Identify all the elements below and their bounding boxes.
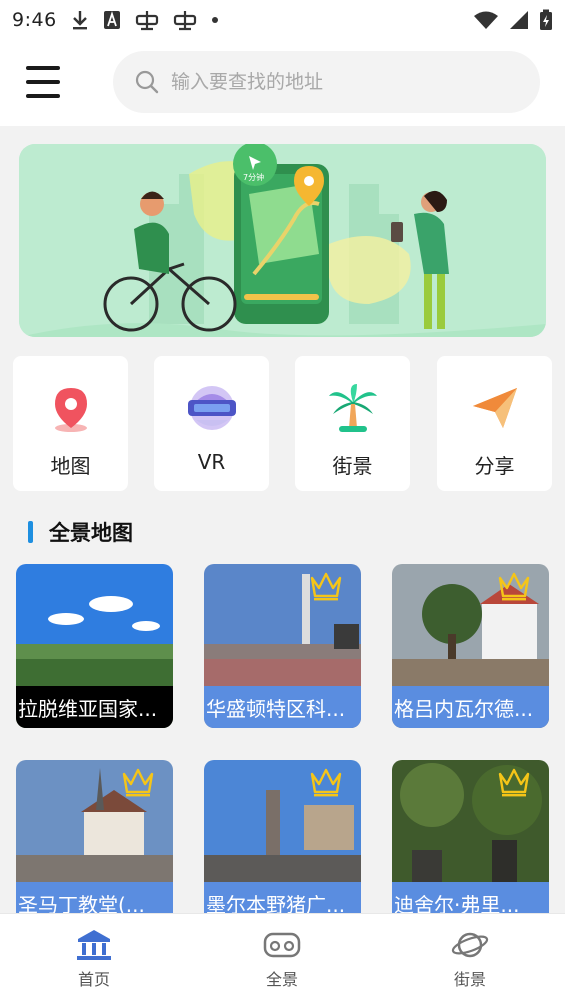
crown-icon <box>498 768 530 797</box>
signal-icon <box>510 11 528 29</box>
crown-icon <box>310 572 342 601</box>
status-right <box>473 9 553 31</box>
section-header: 全景地图 <box>28 518 133 546</box>
panorama-caption: 拉脱维亚国家... <box>16 686 173 728</box>
status-time: 9:46 <box>12 9 57 31</box>
quick-action-label: 地图 <box>50 454 91 478</box>
bottom-navigation: 首页 全景 街景 <box>0 913 565 1004</box>
palm-tree-icon <box>329 384 377 432</box>
nav-label: 全景 <box>265 970 298 989</box>
nav-label: 首页 <box>77 970 110 989</box>
quick-action-share[interactable]: 分享 <box>437 356 552 491</box>
quick-action-label: 街景 <box>332 454 373 478</box>
panorama-caption: 格吕内瓦尔德... <box>392 686 549 728</box>
crown-icon <box>310 768 342 797</box>
panorama-caption: 华盛顿特区科... <box>204 686 361 728</box>
crown-icon <box>122 768 154 797</box>
quick-action-street-view[interactable]: 街景 <box>295 356 410 491</box>
bug-icon <box>173 11 196 31</box>
font-a-icon <box>103 11 120 29</box>
panorama-card[interactable]: 迪舍尔·弗里... <box>392 760 549 924</box>
panorama-card[interactable]: 墨尔本野猪广... <box>204 760 361 924</box>
panorama-card[interactable]: 圣马丁教堂(... <box>16 760 173 924</box>
search-icon <box>135 70 159 94</box>
nav-item-street-view[interactable]: 街景 <box>420 928 520 998</box>
banner-badge-text: 7分钟 <box>243 172 264 182</box>
nav-item-panorama[interactable]: 全景 <box>232 928 332 998</box>
search-bar[interactable] <box>113 51 540 113</box>
banner-illustration: 7分钟 <box>19 144 546 337</box>
app-header <box>0 40 565 126</box>
hamburger-menu-icon[interactable] <box>24 64 62 100</box>
paper-plane-icon <box>473 388 517 428</box>
search-input[interactable] <box>171 71 501 93</box>
vr-goggles-icon <box>188 386 236 430</box>
bank-building-icon <box>77 930 111 960</box>
section-accent-bar <box>28 521 33 543</box>
battery-charging-icon <box>540 9 552 30</box>
bug-icon <box>135 11 158 31</box>
quick-actions: 地图 VR 街景 分享 <box>13 356 553 491</box>
panorama-card[interactable]: 格吕内瓦尔德... <box>392 564 549 728</box>
dot-icon <box>211 17 218 23</box>
wifi-icon <box>474 11 498 29</box>
section-title: 全景地图 <box>49 521 133 545</box>
vr-headset-icon <box>263 932 301 958</box>
status-left: 9:46 <box>12 9 219 31</box>
quick-action-label: VR <box>197 450 226 474</box>
map-pin-icon <box>55 388 87 432</box>
download-icon <box>72 11 87 30</box>
quick-action-label: 分享 <box>474 454 515 478</box>
crown-icon <box>498 572 530 601</box>
planet-icon <box>451 932 489 958</box>
promo-banner[interactable]: 7分钟 <box>19 144 546 337</box>
panorama-card[interactable]: 拉脱维亚国家... <box>16 564 173 728</box>
quick-action-map[interactable]: 地图 <box>13 356 128 491</box>
panorama-card[interactable]: 华盛顿特区科... <box>204 564 361 728</box>
nav-item-home[interactable]: 首页 <box>44 928 144 998</box>
quick-action-vr[interactable]: VR <box>154 356 269 491</box>
nav-label: 街景 <box>453 970 486 989</box>
status-bar: 9:46 <box>0 0 565 40</box>
